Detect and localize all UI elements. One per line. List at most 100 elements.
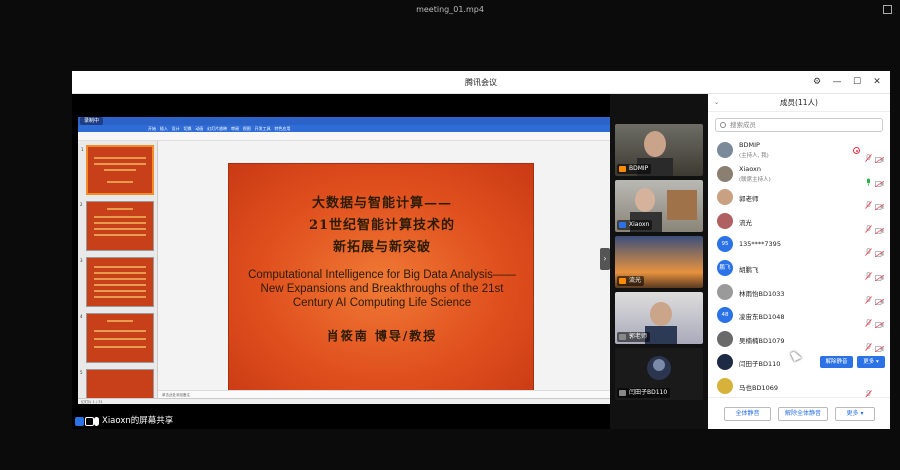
- microphone-muted-icon[interactable]: [865, 336, 872, 351]
- microphone-muted-icon[interactable]: [865, 218, 872, 233]
- avatar: 48: [717, 307, 733, 324]
- shared-presentation: 录制中 开始 插入 设计 切换 动画 幻灯片放映 审阅 视图 开发工具 特色应用: [78, 117, 610, 404]
- slide-title-zh-line3: 新拓展与新突破: [332, 240, 431, 255]
- member-row[interactable]: 郭老师: [708, 186, 890, 211]
- members-panel-title: ⌄ 成员(11人): [708, 94, 890, 112]
- slide-thumbnail[interactable]: 3: [80, 257, 154, 307]
- members-panel-footer: 全体静音 解除全体静音 更多 ▾: [708, 397, 890, 429]
- members-panel: ⌄ 成员(11人) 搜索成员 BDMIP (主持人, 我) Xiaoxn (联席主持人…: [708, 94, 890, 429]
- member-row[interactable]: 吴楠楠BD1079: [708, 328, 890, 353]
- camera-off-icon[interactable]: [874, 148, 885, 164]
- video-tile[interactable]: BDMIP: [615, 124, 703, 176]
- ribbon-tab[interactable]: 动画: [195, 126, 203, 131]
- avatar: 鹏飞: [717, 260, 733, 276]
- player-maximize-icon[interactable]: [883, 5, 892, 14]
- microphone-muted-icon[interactable]: [865, 265, 872, 280]
- ribbon-tab[interactable]: 开始: [148, 126, 156, 131]
- chevron-down-icon[interactable]: ⌄: [714, 94, 719, 112]
- camera-off-icon[interactable]: [874, 219, 885, 235]
- slide-thumbnail[interactable]: 1: [81, 145, 154, 195]
- member-row[interactable]: Xiaoxn (联席主持人): [708, 163, 890, 187]
- unmute-all-button[interactable]: 解除全体静音: [778, 407, 828, 421]
- window-title: 腾讯会议: [465, 78, 497, 87]
- member-more-button[interactable]: 更多 ▾: [857, 356, 885, 369]
- video-tile[interactable]: 郭老师: [615, 292, 703, 344]
- slide-title-zh-line1: 大数据与智能计算——: [311, 196, 452, 211]
- slide-thumbnail-pane: 1 2 3 4 5: [78, 141, 158, 398]
- mute-all-button[interactable]: 全体静音: [724, 407, 771, 421]
- microphone-muted-icon[interactable]: [865, 383, 872, 398]
- member-role: (主持人, 我): [739, 153, 769, 159]
- video-tile-name: BDMIP: [617, 164, 652, 174]
- screen-share-label: Xiaoxn的屏幕共享: [102, 416, 174, 426]
- ribbon-tab[interactable]: 切换: [183, 126, 191, 131]
- microphone-muted-icon[interactable]: [865, 147, 872, 162]
- close-button[interactable]: ✕: [868, 71, 886, 94]
- microphone-muted-icon[interactable]: [865, 312, 872, 327]
- avatar: 95: [717, 236, 733, 253]
- microphone-muted-icon[interactable]: [865, 194, 872, 209]
- screen-share-area: 录制中 开始 插入 设计 切换 动画 幻灯片放映 审阅 视图 开发工具 特色应用: [72, 94, 708, 429]
- slide-thumbnail[interactable]: 5: [80, 369, 154, 398]
- ppt-status-bar: 幻灯片 1 / 31: [78, 398, 610, 404]
- camera-off-icon[interactable]: [874, 195, 885, 211]
- maximize-button[interactable]: ☐: [848, 71, 866, 94]
- camera-off-icon[interactable]: [874, 337, 885, 353]
- mic-icon: [94, 417, 99, 426]
- current-slide: 大数据与智能计算—— 21世纪智能计算技术的 新拓展与新突破 Computati…: [228, 163, 534, 404]
- slide-notes[interactable]: 单击此处添加备注: [158, 390, 610, 398]
- member-search-input[interactable]: 搜索成员: [715, 118, 883, 132]
- ribbon-tab[interactable]: 特色应用: [274, 126, 290, 131]
- minimize-button[interactable]: —: [828, 71, 846, 94]
- search-icon: [720, 122, 726, 128]
- ribbon-tab[interactable]: 设计: [172, 126, 180, 131]
- member-row[interactable]: 48 凌宙东BD1048: [708, 304, 890, 329]
- member-row[interactable]: 95 135****7395: [708, 233, 890, 258]
- member-row[interactable]: 马也BD1069: [708, 375, 890, 398]
- player-file-name: meeting_01.mp4: [416, 5, 484, 14]
- camera-off-icon[interactable]: [874, 172, 885, 187]
- member-row[interactable]: 林雨怡BD1033: [708, 281, 890, 305]
- player-title-bar: meeting_01.mp4: [0, 0, 900, 20]
- video-tile[interactable]: 流光: [615, 236, 703, 288]
- camera-off-icon[interactable]: [874, 290, 885, 305]
- member-name: 林雨怡BD1033: [739, 289, 785, 298]
- ribbon-tab[interactable]: 视图: [243, 126, 251, 131]
- member-name: Xiaoxn: [739, 164, 761, 173]
- ribbon-tab[interactable]: 审阅: [231, 126, 239, 131]
- ppt-ribbon-tabs: 开始 插入 设计 切换 动画 幻灯片放映 审阅 视图 开发工具 特色应用: [78, 125, 610, 132]
- more-button[interactable]: 更多 ▾: [835, 407, 875, 421]
- member-name: 马也BD1069: [739, 384, 779, 392]
- record-icon: [853, 147, 860, 154]
- unmute-member-button[interactable]: 解除静音: [820, 356, 853, 369]
- window-title-bar: 腾讯会议 ⚙ — ☐ ✕: [72, 71, 890, 94]
- collapse-videos-button[interactable]: ›: [600, 248, 610, 270]
- video-tile[interactable]: 闫田子BD110: [615, 348, 703, 400]
- ribbon-tab[interactable]: 插入: [160, 126, 168, 131]
- camera-off-icon[interactable]: [874, 266, 885, 282]
- microphone-muted-icon[interactable]: [865, 241, 872, 257]
- ribbon-tab[interactable]: 幻灯片放映: [207, 126, 227, 131]
- video-tile[interactable]: Xiaoxn: [615, 180, 703, 232]
- ribbon-tab[interactable]: 开发工具: [255, 126, 271, 131]
- video-tiles: BDMIP Xiaoxn 流光 郭老师 闫田子BD110: [610, 94, 708, 429]
- camera-off-icon[interactable]: [874, 242, 885, 258]
- member-row[interactable]: 流光: [708, 210, 890, 235]
- recording-indicator[interactable]: 录制中: [80, 117, 104, 125]
- avatar: [717, 142, 733, 158]
- slide-thumbnail[interactable]: 2: [80, 201, 154, 251]
- settings-icon[interactable]: ⚙: [808, 71, 826, 94]
- member-name: 凌宙东BD1048: [739, 313, 785, 322]
- slide-title-en-line1: Computational Intelligence for Big Data …: [248, 269, 516, 281]
- ppt-title-bar: 录制中: [78, 117, 610, 125]
- video-tile-name: Xiaoxn: [617, 220, 653, 230]
- video-tile-name: 闫田子BD110: [617, 388, 671, 398]
- slide-thumbnail[interactable]: 4: [80, 313, 154, 363]
- member-row[interactable]: BDMIP (主持人, 我): [708, 139, 890, 164]
- member-name: 流光: [739, 218, 752, 227]
- microphone-muted-icon[interactable]: [865, 289, 872, 304]
- member-name: 吴楠楠BD1079: [739, 336, 785, 345]
- microphone-icon[interactable]: [865, 171, 872, 186]
- camera-off-icon[interactable]: [874, 313, 885, 329]
- member-row[interactable]: 鹏飞 胡鹏飞: [708, 257, 890, 282]
